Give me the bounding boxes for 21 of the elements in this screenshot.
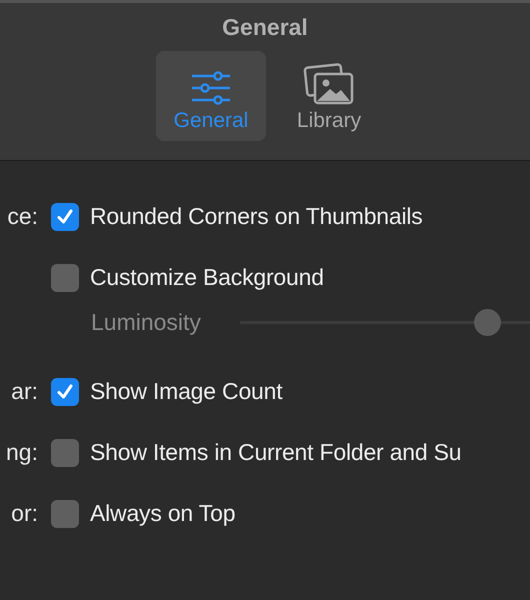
checkbox-label: Always on Top <box>90 500 236 527</box>
section-label: or: <box>11 500 38 526</box>
section-label: ar: <box>11 378 38 404</box>
checkbox-label: Show Image Count <box>90 378 282 405</box>
checkbox-label: Customize Background <box>90 264 324 291</box>
slider-label: Luminosity <box>91 308 202 336</box>
checkbox-label: Rounded Corners on Thumbnails <box>90 203 423 230</box>
sliders-icon <box>190 71 232 105</box>
checkbox[interactable] <box>51 438 79 466</box>
photos-icon <box>303 63 355 105</box>
section-label: ce: <box>7 203 38 229</box>
window-title: General <box>222 14 308 41</box>
checkbox[interactable] <box>51 202 79 230</box>
checkbox[interactable] <box>51 500 79 528</box>
checkbox[interactable] <box>51 378 79 406</box>
toolbar-tab[interactable]: General <box>156 51 266 141</box>
checkbox[interactable] <box>51 264 79 292</box>
section-label: ng: <box>6 439 38 465</box>
checkbox-label: Show Items in Current Folder and Su <box>90 439 462 466</box>
toolbar-tab[interactable]: Library <box>274 51 384 141</box>
slider-thumb[interactable] <box>474 308 502 336</box>
